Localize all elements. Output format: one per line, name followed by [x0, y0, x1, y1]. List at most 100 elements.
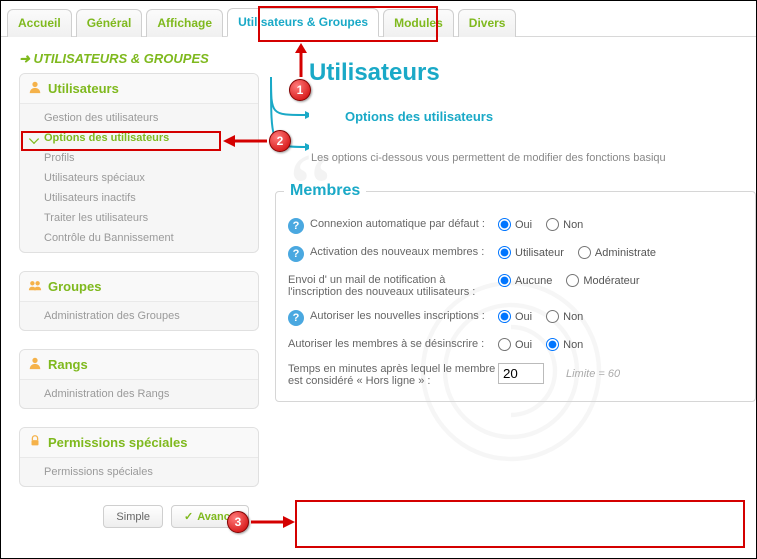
members-legend: Membres: [284, 182, 366, 200]
radio-option[interactable]: Modérateur: [566, 274, 639, 287]
setting-label-text: Activation des nouveaux membres :: [310, 246, 484, 262]
setting-label: Envoi d' un mail de notification à l'ins…: [288, 274, 498, 298]
radio-input[interactable]: [498, 218, 511, 231]
setting-label: Autoriser les membres à se désinscrire :: [288, 338, 498, 350]
help-icon[interactable]: ?: [288, 218, 304, 234]
panel-header: Rangs: [20, 350, 258, 380]
page-title: Utilisateurs: [309, 59, 756, 87]
sidebar-item[interactable]: Administration des Groupes: [20, 306, 258, 326]
panel-rangs: Rangs Administration des Rangs: [19, 349, 259, 409]
sidebar-item[interactable]: Gestion des utilisateurs: [20, 108, 258, 128]
mode-advanced-button[interactable]: ✓Avancé: [171, 505, 249, 528]
setting-label-text: Connexion automatique par défaut :: [310, 218, 485, 234]
radio-input[interactable]: [546, 338, 559, 351]
panel-title: Rangs: [48, 357, 88, 372]
radio-label-text: Non: [563, 339, 583, 351]
setting-label: Temps en minutes après lequel le membre …: [288, 363, 498, 387]
sidebar-item[interactable]: Profils: [20, 148, 258, 168]
sidebar: UTILISATEURS & GROUPES Utilisateurs Gesti…: [1, 37, 269, 538]
panel-permissions-sp-ciales: Permissions spéciales Permissions spécial…: [19, 427, 259, 487]
radio-option[interactable]: Aucune: [498, 274, 552, 287]
setting-label-text: Autoriser les nouvelles inscriptions :: [310, 310, 485, 326]
panel-groupes: Groupes Administration des Groupes: [19, 271, 259, 331]
mode-buttons: Simple ✓Avancé: [19, 505, 259, 528]
setting-options: Oui Non: [498, 218, 583, 231]
radio-label-text: Non: [563, 219, 583, 231]
mode-simple-button[interactable]: Simple: [103, 505, 163, 528]
setting-options: Oui Non: [498, 338, 583, 351]
radio-input[interactable]: [546, 310, 559, 323]
panel-utilisateurs: Utilisateurs Gestion des utilisateursOpti…: [19, 73, 259, 253]
radio-label-text: Non: [563, 311, 583, 323]
setting-options: Oui Non: [498, 310, 583, 323]
radio-input[interactable]: [498, 310, 511, 323]
radio-option[interactable]: Non: [546, 218, 583, 231]
radio-input[interactable]: [498, 246, 511, 259]
members-fieldset: Membres ? Connexion automatique par défau…: [275, 182, 756, 402]
setting-row: ? Connexion automatique par défaut : Oui No…: [284, 212, 747, 240]
setting-row: ? Activation des nouveaux membres : Utilis…: [284, 240, 747, 268]
radio-input[interactable]: [546, 218, 559, 231]
radio-label-text: Utilisateur: [515, 247, 564, 259]
input-hint: Limite = 60: [566, 368, 620, 380]
sidebar-item[interactable]: Utilisateurs inactifs: [20, 188, 258, 208]
setting-label: ? Autoriser les nouvelles inscriptions :: [288, 310, 498, 326]
sidebar-item[interactable]: Administration des Rangs: [20, 384, 258, 404]
tab-accueil[interactable]: Accueil: [7, 9, 72, 37]
sidebar-item[interactable]: Traiter les utilisateurs: [20, 208, 258, 228]
group-icon: [28, 278, 42, 295]
setting-row: ? Autoriser les nouvelles inscriptions : O…: [284, 304, 747, 332]
radio-input[interactable]: [498, 274, 511, 287]
radio-input[interactable]: [566, 274, 579, 287]
user-icon: [28, 80, 42, 97]
panel-title: Groupes: [48, 279, 101, 294]
tab-modules[interactable]: Modules: [383, 9, 454, 37]
sidebar-item[interactable]: Permissions spéciales: [20, 462, 258, 482]
rank-icon: [28, 356, 42, 373]
setting-row: Autoriser les membres à se désinscrire :…: [284, 332, 747, 357]
radio-option[interactable]: Utilisateur: [498, 246, 564, 259]
setting-label-text: Envoi d' un mail de notification à l'ins…: [288, 274, 498, 298]
setting-row: Envoi d' un mail de notification à l'ins…: [284, 268, 747, 304]
radio-option[interactable]: Oui: [498, 338, 532, 351]
setting-options: Utilisateur Administrate: [498, 246, 656, 259]
setting-options: Limite = 60: [498, 363, 620, 384]
tab-affichage[interactable]: Affichage: [146, 9, 223, 37]
radio-option[interactable]: Oui: [498, 310, 532, 323]
setting-label: ? Activation des nouveaux membres :: [288, 246, 498, 262]
radio-option[interactable]: Non: [546, 310, 583, 323]
tab-divers[interactable]: Divers: [458, 9, 517, 37]
tab-g-n-ral[interactable]: Général: [76, 9, 143, 37]
radio-option[interactable]: Oui: [498, 218, 532, 231]
radio-label-text: Oui: [515, 311, 532, 323]
panel-title: Utilisateurs: [48, 81, 119, 96]
setting-label: ? Connexion automatique par défaut :: [288, 218, 498, 234]
radio-option[interactable]: Non: [546, 338, 583, 351]
radio-label-text: Oui: [515, 219, 532, 231]
setting-row: Temps en minutes après lequel le membre …: [284, 357, 747, 393]
help-icon[interactable]: ?: [288, 246, 304, 262]
radio-label-text: Modérateur: [583, 275, 639, 287]
radio-label-text: Aucune: [515, 275, 552, 287]
title-connector-icon: [269, 75, 309, 155]
intro-text: Les options ci-dessous vous permettent d…: [311, 152, 756, 164]
setting-label-text: Temps en minutes après lequel le membre …: [288, 363, 498, 387]
help-icon[interactable]: ?: [288, 310, 304, 326]
main-content: Utilisateurs Options des utilisateurs Le…: [269, 37, 756, 538]
tab-bar: AccueilGénéralAffichageUtilisateurs & Gr…: [1, 1, 756, 37]
radio-input[interactable]: [498, 338, 511, 351]
breadcrumb: UTILISATEURS & GROUPES: [19, 51, 259, 67]
radio-input[interactable]: [578, 246, 591, 259]
tab-utilisateurs-groupes[interactable]: Utilisateurs & Groupes: [227, 8, 379, 37]
setting-label-text: Autoriser les membres à se désinscrire :: [288, 338, 484, 350]
sidebar-item[interactable]: Options des utilisateurs: [20, 128, 258, 148]
radio-option[interactable]: Administrate: [578, 246, 656, 259]
sidebar-item[interactable]: Utilisateurs spéciaux: [20, 168, 258, 188]
setting-options: Aucune Modérateur: [498, 274, 640, 287]
panel-title: Permissions spéciales: [48, 435, 187, 450]
minutes-input[interactable]: [498, 363, 544, 384]
radio-label-text: Oui: [515, 339, 532, 351]
radio-label-text: Administrate: [595, 247, 656, 259]
panel-header: Utilisateurs: [20, 74, 258, 104]
sidebar-item[interactable]: Contrôle du Bannissement: [20, 228, 258, 248]
